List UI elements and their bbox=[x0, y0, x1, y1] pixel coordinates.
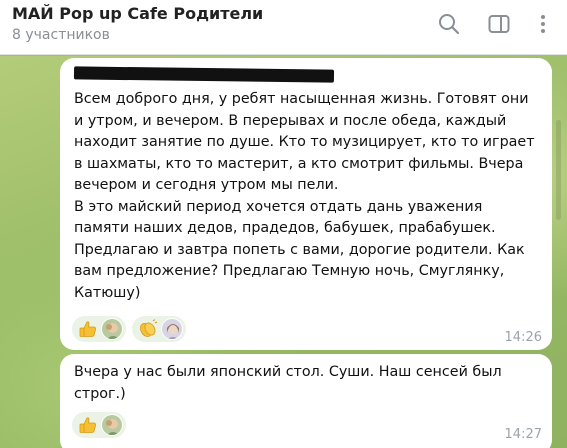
message-time: 14:27 bbox=[504, 427, 542, 442]
reaction-thumbs-up[interactable] bbox=[72, 412, 126, 438]
message-text: Всем доброго дня, у ребят насыщенная жиз… bbox=[74, 91, 535, 301]
sidebar-toggle-icon[interactable] bbox=[486, 11, 512, 37]
avatar-child-1 bbox=[101, 414, 123, 436]
reaction-clapping[interactable] bbox=[132, 316, 186, 342]
message-bubble[interactable]: Вчера у нас были японский стол. Суши. На… bbox=[60, 354, 552, 448]
message-reactions bbox=[72, 412, 126, 438]
chat-subtitle[interactable]: 8 участников bbox=[12, 27, 110, 43]
avatar-child-1 bbox=[101, 318, 123, 340]
search-icon[interactable] bbox=[436, 11, 462, 37]
scrollbar[interactable] bbox=[556, 120, 561, 220]
message-bubble[interactable]: Всем доброго дня, у ребят насыщенная жиз… bbox=[60, 58, 552, 350]
chat-title[interactable]: МАЙ Pop up Cafe Родители bbox=[12, 4, 263, 23]
redacted-sender-name bbox=[73, 66, 335, 83]
thumbs-up-icon bbox=[77, 318, 99, 340]
reaction-thumbs-up[interactable] bbox=[72, 316, 126, 342]
message-text: Вчера у нас были японский стол. Суши. На… bbox=[74, 364, 502, 402]
clapping-hands-icon bbox=[137, 318, 159, 340]
message-time: 14:26 bbox=[504, 330, 542, 345]
message-reactions bbox=[72, 316, 186, 342]
avatar-child-2 bbox=[161, 318, 183, 340]
more-vert-icon[interactable] bbox=[530, 11, 556, 37]
thumbs-up-icon bbox=[77, 414, 99, 436]
chat-header: МАЙ Pop up Cafe Родители 8 участников bbox=[0, 0, 567, 55]
